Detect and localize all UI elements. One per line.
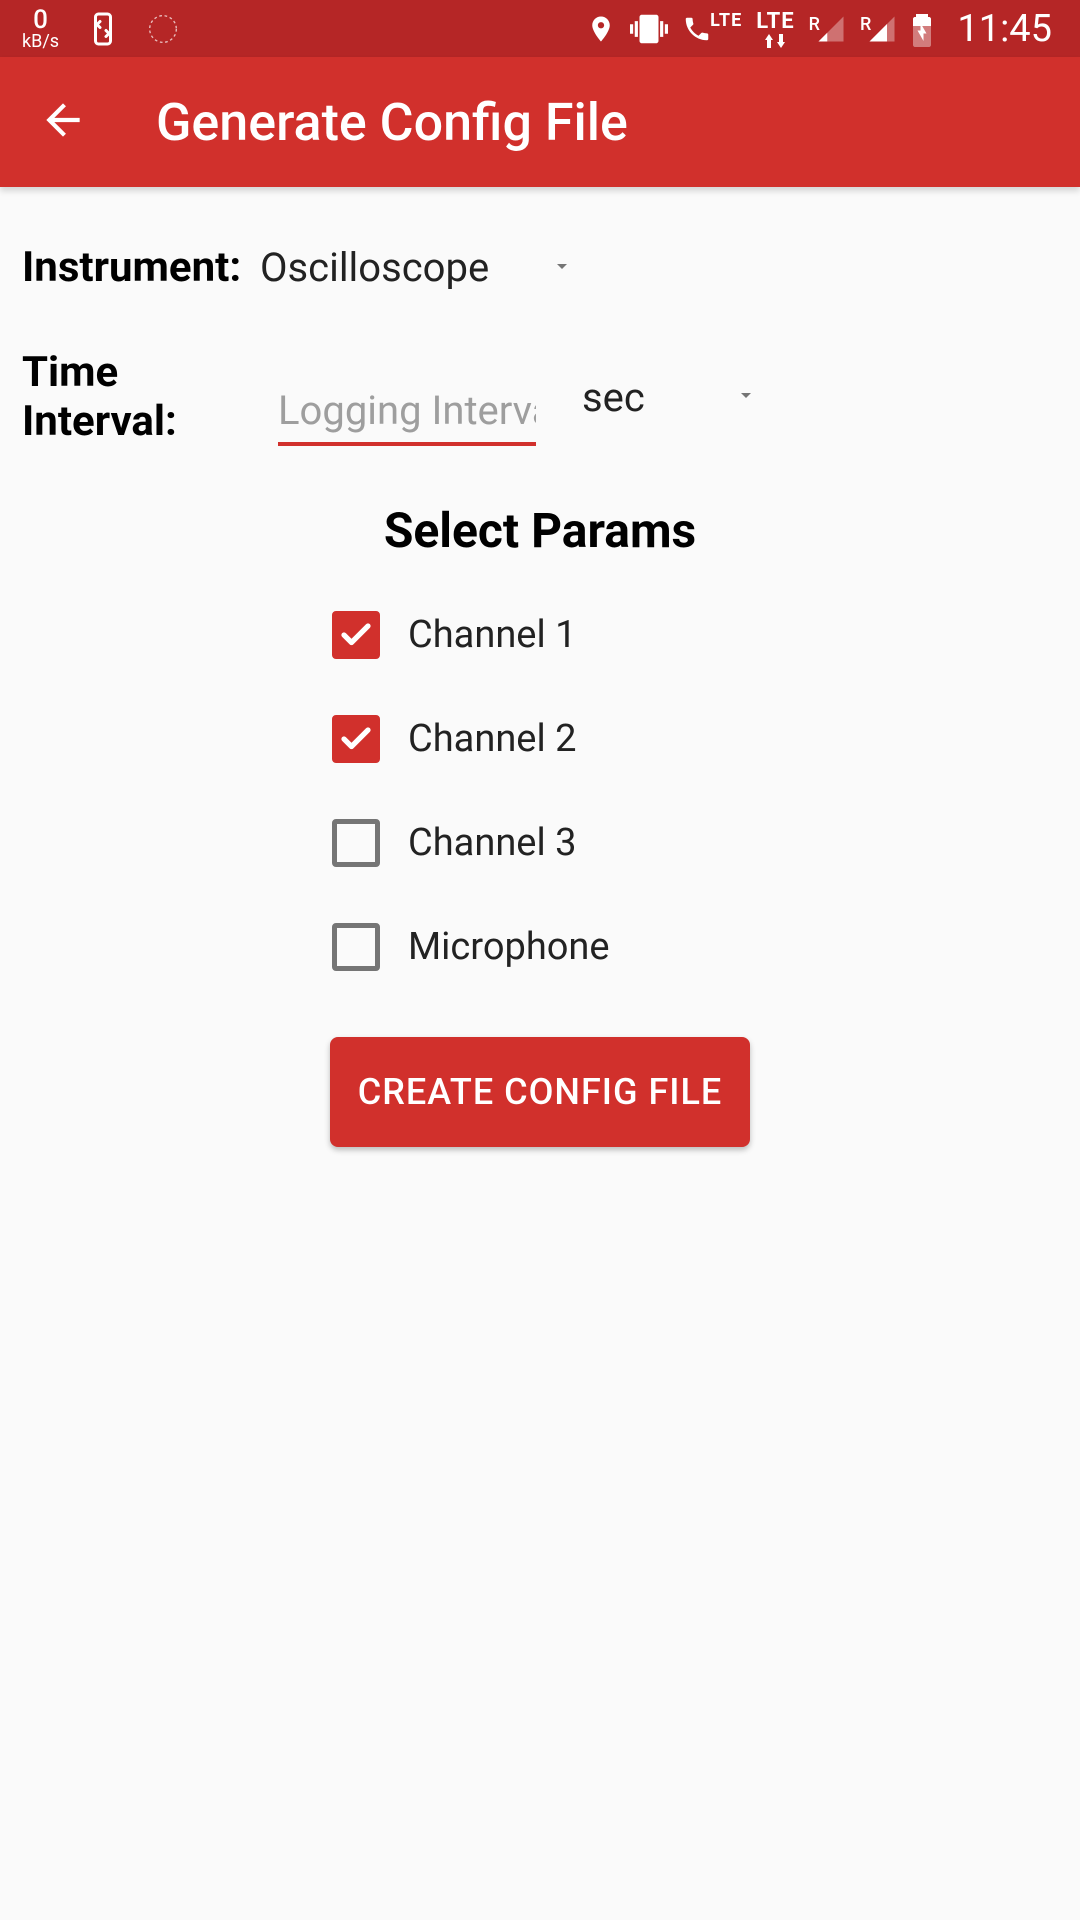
checkbox-label: Microphone xyxy=(408,925,610,969)
data-rate-value: 0 xyxy=(33,7,48,33)
interval-label: Time Interval: xyxy=(22,348,278,446)
chevron-down-icon xyxy=(734,383,758,411)
checkbox-channel-2[interactable] xyxy=(332,715,380,763)
data-arrows-icon xyxy=(763,34,787,48)
param-checkbox-row[interactable]: Microphone xyxy=(332,923,610,971)
checkbox-label: Channel 3 xyxy=(408,821,576,865)
param-checkbox-row[interactable]: Channel 3 xyxy=(332,819,576,867)
checkbox-microphone[interactable] xyxy=(332,923,380,971)
instrument-dropdown[interactable]: Oscilloscope xyxy=(254,244,574,291)
create-config-button[interactable]: CREATE CONFIG FILE xyxy=(330,1037,751,1147)
app-bar: Generate Config File xyxy=(0,57,1080,187)
back-arrow-icon[interactable] xyxy=(38,95,88,149)
vibrate-icon xyxy=(630,10,668,48)
checkbox-channel-3[interactable] xyxy=(332,819,380,867)
instrument-row: Instrument: Oscilloscope xyxy=(22,243,1058,292)
location-icon xyxy=(586,14,616,44)
lte-label-2: LTE xyxy=(756,9,794,34)
content-area: Instrument: Oscilloscope Time Interval: … xyxy=(0,187,1080,1147)
checkbox-label: Channel 1 xyxy=(408,613,576,657)
params-heading: Select Params xyxy=(22,502,1058,559)
instrument-label: Instrument: xyxy=(22,243,254,292)
status-right: LTE LTE R R xyxy=(586,7,1052,51)
param-checkbox-row[interactable]: Channel 1 xyxy=(332,611,576,659)
unit-value: sec xyxy=(582,374,645,421)
signal-1-icon xyxy=(816,14,846,44)
checkbox-channel-1[interactable] xyxy=(332,611,380,659)
status-left: 0 kB/s xyxy=(22,7,179,51)
data-rate-indicator: 0 kB/s xyxy=(22,7,59,51)
signal-2-icon xyxy=(867,14,897,44)
param-checkbox-row[interactable]: Channel 2 xyxy=(332,715,576,763)
chevron-down-icon xyxy=(550,254,574,282)
battery-charging-icon xyxy=(911,11,933,47)
instrument-value: Oscilloscope xyxy=(260,244,489,291)
signal-2-group: R xyxy=(860,14,897,44)
sync-phone-icon xyxy=(85,11,121,47)
lte-indicator: LTE xyxy=(756,9,794,48)
unit-dropdown[interactable]: sec xyxy=(582,374,758,421)
interval-row: Time Interval: sec xyxy=(22,348,1058,446)
loading-spinner-icon xyxy=(147,13,179,45)
status-bar: 0 kB/s L xyxy=(0,0,1080,57)
volte-phone-icon: LTE xyxy=(682,14,742,44)
page-title: Generate Config File xyxy=(156,92,628,153)
checkbox-label: Channel 2 xyxy=(408,717,576,761)
logging-interval-input[interactable] xyxy=(278,383,536,446)
params-list: Channel 1 Channel 2 Channel 3 Microphone xyxy=(22,611,1058,971)
signal-1-group: R xyxy=(809,14,846,44)
lte-label-1: LTE xyxy=(710,10,742,31)
status-clock: 11:45 xyxy=(957,7,1052,51)
data-rate-unit: kB/s xyxy=(22,33,59,51)
